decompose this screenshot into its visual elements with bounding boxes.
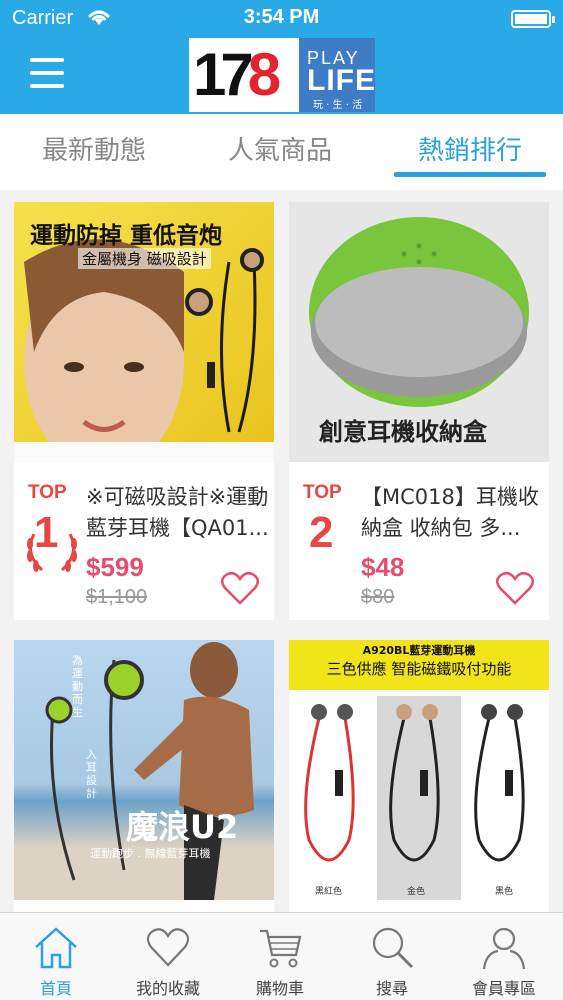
color-label: 黑紅色 [315, 887, 343, 897]
product-card-1[interactable]: 運動防掉 重低音炮 金屬機身 磁吸設計 TOP 1 ※可磁吸設計※運動藍芽耳機【… [14, 202, 274, 620]
cart-icon [260, 929, 302, 968]
tab-popular[interactable]: 人氣商品 [200, 114, 360, 190]
logo-number-left: 17 [193, 41, 254, 108]
product-image-1[interactable]: 運動防掉 重低音炮 金屬機身 磁吸設計 [14, 202, 274, 462]
tab-bar: 最新動態 人氣商品 熱銷排行 [0, 114, 563, 190]
image-vertical-text: 入耳設計 [86, 748, 97, 800]
battery-fill [515, 14, 547, 24]
rank-label: TOP [28, 482, 67, 503]
image-headline: 創意耳機收納盒 [319, 418, 487, 446]
nav-member[interactable]: 會員專區 [448, 913, 560, 1000]
color-label: 黑色 [495, 887, 514, 897]
brand-logo[interactable]: 178 PLAY LIFE 玩 · 生 · 活 [189, 38, 375, 112]
home-icon [35, 927, 77, 969]
original-price: $1,100 [86, 586, 148, 608]
product-card-3[interactable]: 魔浪U2 運動跑步 . 無線藍芽耳機 為運動而生 入耳設計 [14, 640, 274, 912]
tab-latest[interactable]: 最新動態 [14, 114, 174, 190]
favorite-heart-icon[interactable] [495, 570, 535, 606]
menu-icon [30, 58, 64, 62]
runner-graphic [45, 642, 254, 900]
product-image-4[interactable]: A920BL藍芽運動耳機 三色供應 智能磁鐵吸付功能 黑紅色 金色 黑色 [289, 640, 549, 900]
original-price: $80 [361, 586, 395, 608]
menu-icon-bar [30, 84, 64, 88]
nav-label: 購物車 [255, 979, 304, 998]
nav-home[interactable]: 首頁 [0, 913, 112, 1000]
rank-number: 1 [34, 508, 59, 557]
logo-panel: PLAY LIFE 玩 · 生 · 活 [299, 38, 375, 112]
nav-label: 會員專區 [471, 979, 536, 998]
image-brand: 魔浪U2 [126, 808, 239, 846]
nav-label: 首頁 [39, 979, 72, 998]
status-time: 3:54 PM [243, 6, 320, 28]
earphones-graphic [304, 704, 525, 862]
color-label: 金色 [407, 887, 426, 897]
favorite-heart-icon[interactable] [220, 570, 260, 606]
heart-icon [146, 928, 190, 967]
logo-chinese: 玩 · 生 · 活 [313, 100, 363, 111]
logo-number-right: 8 [247, 41, 281, 108]
tab-bestseller[interactable]: 熱銷排行 [390, 114, 550, 190]
product-price: $48 [361, 552, 405, 582]
image-subtitle: 金屬機身 磁吸設計 [78, 248, 211, 269]
nav-cart[interactable]: 購物車 [224, 913, 336, 1000]
menu-button[interactable] [30, 58, 64, 88]
nav-favorites[interactable]: 我的收藏 [112, 913, 224, 1000]
nav-label: 搜尋 [375, 979, 408, 998]
app-screen: Carrier 3:54 PM 178 PLAY LIFE 玩 · 生 · 活 [0, 0, 563, 1000]
product-price: $599 [86, 552, 144, 582]
image-subtitle: 運動跑步 . 無線藍芽耳機 [90, 847, 211, 860]
product-image-3[interactable]: 魔浪U2 運動跑步 . 無線藍芽耳機 為運動而生 入耳設計 [14, 640, 274, 900]
product-image-2[interactable]: 創意耳機收納盒 [289, 202, 549, 462]
product-card-2[interactable]: 創意耳機收納盒 TOP 2 【MC018】耳機收納盒 收納包 多... $48 … [289, 202, 549, 620]
status-bar: Carrier 3:54 PM [0, 0, 563, 38]
nav-search[interactable]: 搜尋 [336, 913, 448, 1000]
product-title[interactable]: ※可磁吸設計※運動藍芽耳機【QA01... [86, 482, 272, 544]
image-vertical-text: 為運動而生 [72, 654, 83, 719]
app-header: Carrier 3:54 PM 178 PLAY LIFE 玩 · 生 · 活 [0, 0, 563, 114]
image-headline: 運動防掉 重低音炮 [30, 223, 223, 249]
menu-icon-bar [30, 71, 64, 75]
tab-underline [394, 172, 546, 177]
nav-label: 我的收藏 [135, 979, 200, 998]
product-title[interactable]: 【MC018】耳機收納盒 收納包 多... [361, 482, 547, 544]
user-icon [482, 927, 526, 970]
product-card-4[interactable]: A920BL藍芽運動耳機 三色供應 智能磁鐵吸付功能 黑紅色 金色 黑色 [289, 640, 549, 912]
bottom-nav: 首頁 我的收藏 購物車 搜尋 會員專區 [0, 912, 563, 1000]
logo-life: LIFE [307, 64, 375, 97]
search-icon [372, 927, 414, 969]
rank-number: 2 [309, 508, 334, 557]
battery-icon [511, 10, 555, 28]
logo-number: 178 [193, 40, 281, 109]
rank-label: TOP [303, 482, 342, 503]
